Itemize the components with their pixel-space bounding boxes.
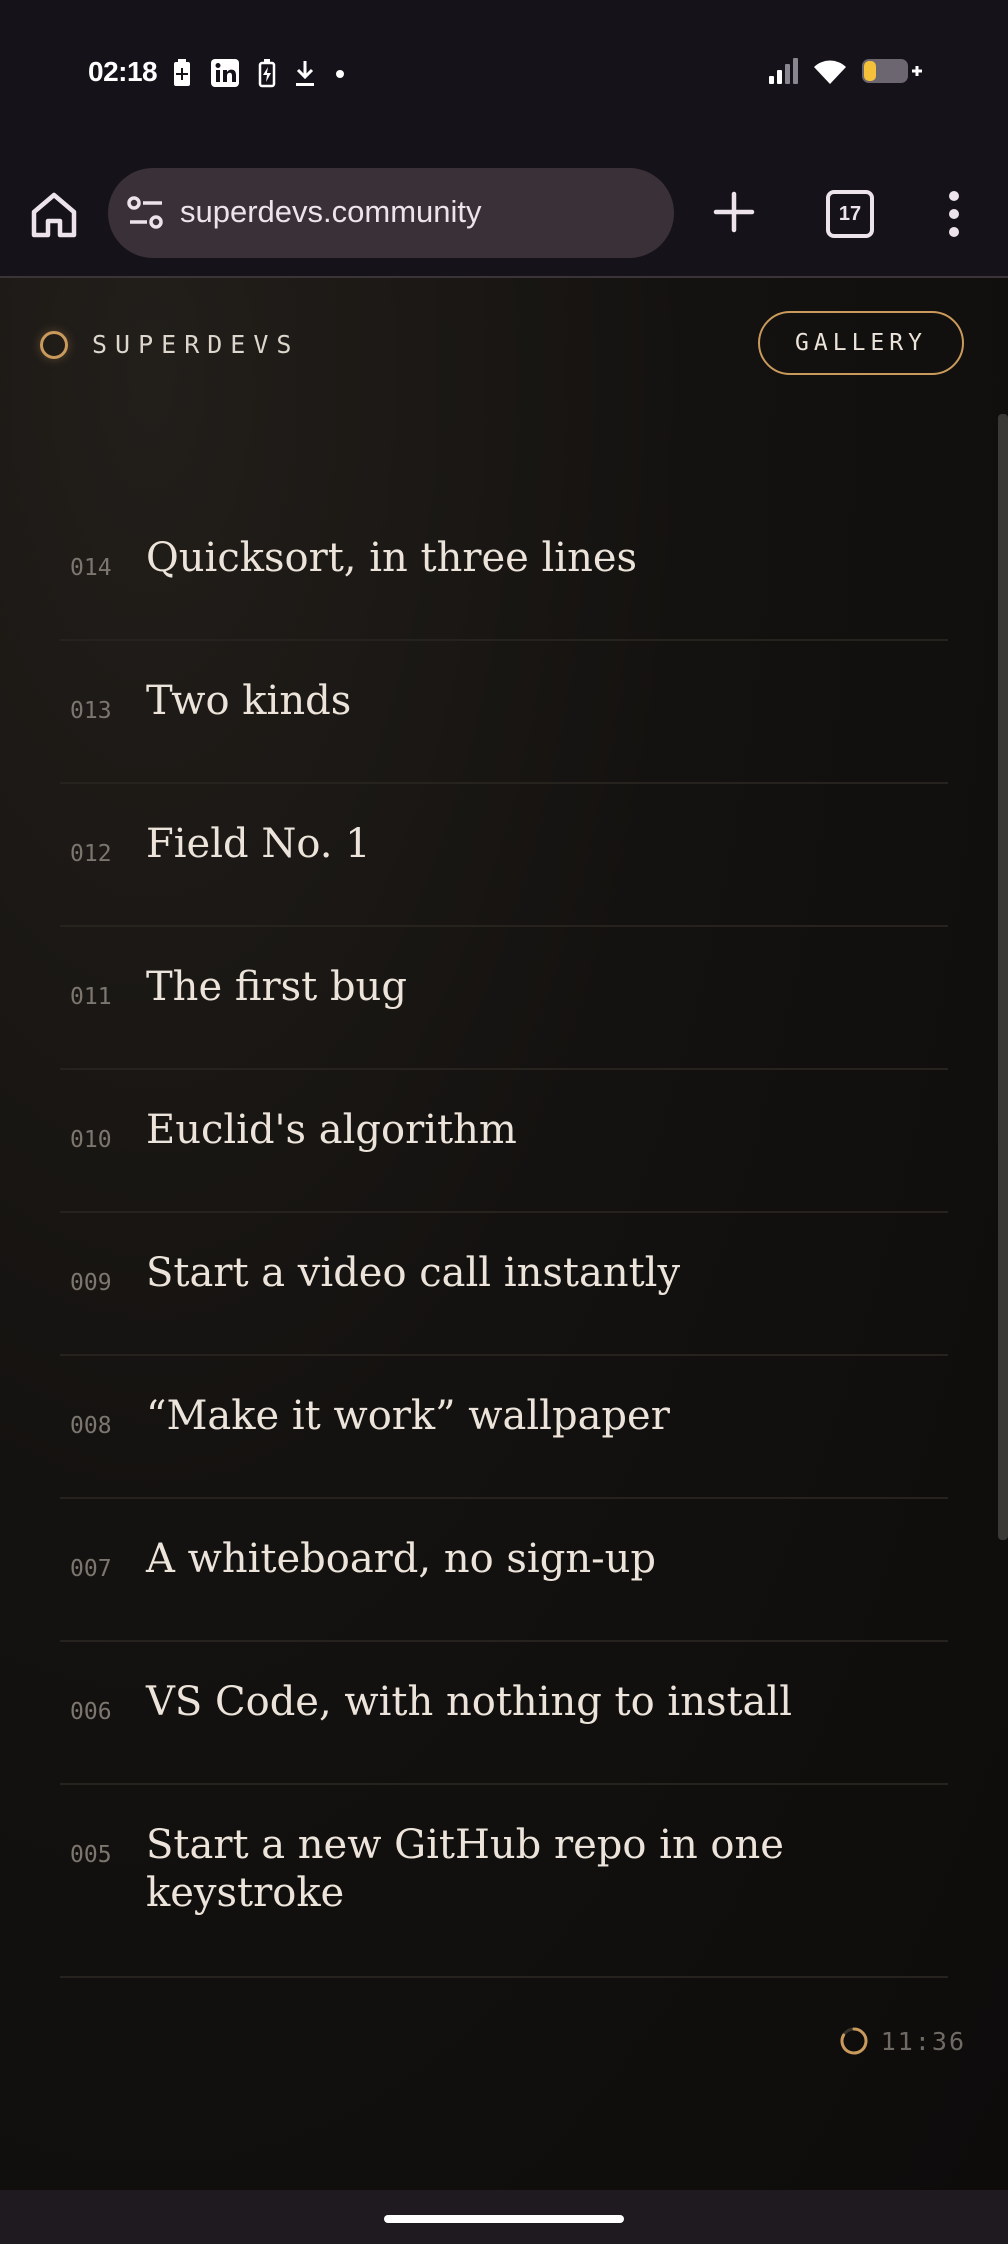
url-bar[interactable]: superdevs.community [108, 168, 674, 258]
gesture-nav-bar [0, 2190, 1008, 2244]
system-icons [768, 56, 922, 86]
tab-switcher-button[interactable]: 17 [826, 190, 874, 238]
battery-charging-icon [258, 59, 276, 88]
brand-name: SUPERDEVS [92, 330, 300, 359]
ring-logo-icon [40, 330, 68, 359]
entry-number: 006 [70, 1699, 112, 1725]
list-item[interactable]: 010 Euclid's algorithm [60, 1070, 948, 1213]
entry-number: 007 [70, 1556, 112, 1582]
list-item[interactable]: 007 A whiteboard, no sign-up [60, 1499, 948, 1642]
url-text[interactable]: superdevs.community [180, 194, 482, 230]
footer-clock: 11:36 [839, 2026, 966, 2056]
list-item[interactable]: 011 The first bug [60, 927, 948, 1070]
entry-title[interactable]: Field No. 1 [146, 820, 866, 868]
signal-icon [769, 58, 798, 84]
entry-number: 011 [70, 984, 112, 1010]
entry-number: 010 [70, 1127, 112, 1153]
dot-icon [336, 70, 344, 78]
list-item[interactable]: 013 Two kinds [60, 641, 948, 784]
entry-number: 012 [70, 841, 112, 867]
browser-toolbar: superdevs.community 17 [0, 150, 1008, 278]
progress-ring-icon [840, 2027, 868, 2055]
entry-number: 008 [70, 1413, 112, 1439]
list-item[interactable]: 008 “Make it work” wallpaper [60, 1356, 948, 1499]
entry-title[interactable]: The first bug [146, 963, 866, 1011]
battery-saver-icon [174, 59, 190, 86]
page-content: SUPERDEVS GALLERY 014 Quicksort, in thre… [0, 278, 1008, 2190]
new-tab-plus-icon[interactable] [710, 188, 758, 236]
entry-title[interactable]: Euclid's algorithm [146, 1106, 866, 1154]
entry-title[interactable]: Start a video call instantly [146, 1249, 866, 1297]
entry-title[interactable]: Two kinds [146, 677, 866, 725]
linkedin-icon [211, 59, 239, 87]
entry-number: 013 [70, 698, 112, 724]
footer-time: 11:36 [880, 2026, 966, 2056]
entry-title[interactable]: Quicksort, in three lines [146, 534, 866, 582]
more-menu-icon[interactable] [942, 188, 966, 240]
brand-logo[interactable]: SUPERDEVS [40, 330, 299, 359]
home-icon[interactable] [28, 190, 80, 240]
battery-icon [862, 59, 922, 83]
notification-icons [172, 58, 346, 88]
entry-title[interactable]: Start a new GitHub repo in one keystroke [146, 1821, 866, 1917]
list-item[interactable]: 014 Quicksort, in three lines [60, 498, 948, 641]
status-time: 02:18 [88, 56, 158, 87]
entry-title[interactable]: “Make it work” wallpaper [146, 1392, 866, 1440]
site-settings-icon[interactable] [126, 194, 166, 232]
page-scrollbar[interactable] [998, 414, 1008, 1540]
wifi-icon [814, 60, 846, 84]
home-indicator[interactable] [384, 2215, 624, 2223]
status-bar: 02:18 [0, 0, 1008, 150]
list-item[interactable]: 005 Start a new GitHub repo in one keyst… [60, 1785, 948, 1978]
entry-number: 005 [70, 1842, 112, 1868]
entry-list: 014 Quicksort, in three lines 013 Two ki… [60, 498, 948, 1978]
list-item[interactable]: 012 Field No. 1 [60, 784, 948, 927]
download-icon [296, 61, 314, 86]
entry-number: 009 [70, 1270, 112, 1296]
entry-title[interactable]: VS Code, with nothing to install [146, 1678, 866, 1726]
list-item[interactable]: 009 Start a video call instantly [60, 1213, 948, 1356]
entry-number: 014 [70, 555, 112, 581]
entry-title[interactable]: A whiteboard, no sign-up [146, 1535, 866, 1583]
gallery-button[interactable]: GALLERY [758, 311, 964, 375]
list-item[interactable]: 006 VS Code, with nothing to install [60, 1642, 948, 1785]
